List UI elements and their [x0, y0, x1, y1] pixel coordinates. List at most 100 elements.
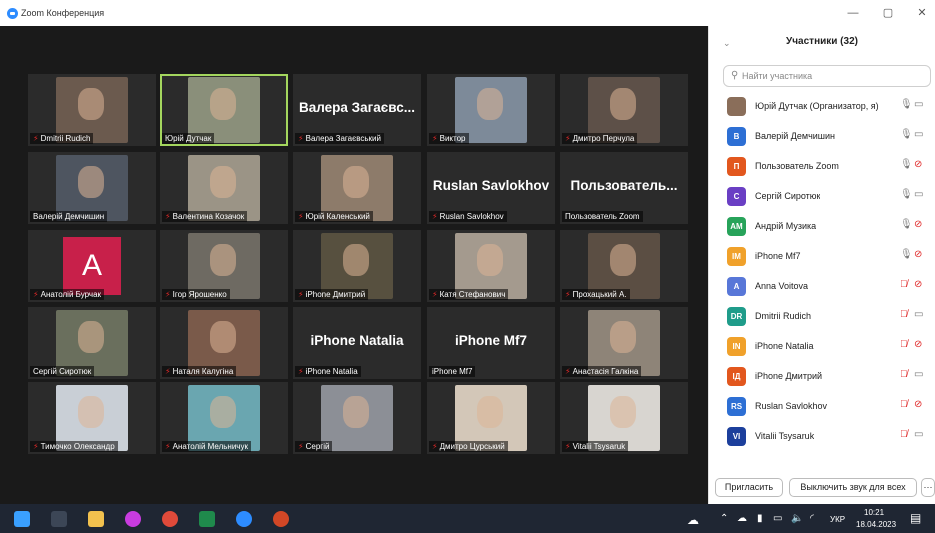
- notifications-icon[interactable]: ▤: [910, 511, 921, 525]
- search-icon[interactable]: [51, 511, 67, 527]
- participant-row[interactable]: П Пользователь Zoom 🎙 ⊘: [709, 152, 935, 182]
- participant-row[interactable]: DR Dmitrii Rudich 🎙̸ ▭: [709, 302, 935, 332]
- camera-off-icon[interactable]: ⊘: [914, 399, 922, 410]
- participant-row[interactable]: VI Vitalii Tsysaruk 🎙̸ ▭: [709, 422, 935, 452]
- video-tile[interactable]: ⚡ Валентина Козачок: [160, 152, 288, 224]
- participant-row[interactable]: A Anna Voitova 🎙̸ ⊘: [709, 272, 935, 302]
- close-button[interactable]: ✕: [912, 5, 932, 21]
- windows-start-icon[interactable]: [14, 511, 30, 527]
- clock-date[interactable]: 18.04.2023: [856, 520, 896, 529]
- camera-icon[interactable]: ▭: [914, 129, 923, 140]
- minimize-button[interactable]: —: [843, 5, 863, 21]
- person-silhouette: [210, 321, 236, 353]
- participant-row[interactable]: С Сергій Сиротюк 🎙 ▭: [709, 182, 935, 212]
- camera-off-icon[interactable]: ⊘: [914, 159, 922, 170]
- camera-icon[interactable]: ▭: [914, 99, 923, 110]
- tile-display-name: iPhone Natalia: [310, 333, 404, 348]
- video-tile[interactable]: iPhone Mf7 iPhone Mf7: [427, 307, 555, 379]
- video-tile[interactable]: A ⚡ Анатолій Бурчак: [28, 230, 156, 302]
- video-tile[interactable]: ⚡ Виктор: [427, 74, 555, 146]
- mic-muted-icon[interactable]: 🎙̸: [900, 309, 908, 320]
- chrome-icon[interactable]: [162, 511, 178, 527]
- video-tile[interactable]: ⚡ Наталя Калугіна: [160, 307, 288, 379]
- more-options-button[interactable]: ···: [921, 478, 935, 497]
- video-tile[interactable]: ⚡ Анатолій Мельничук: [160, 382, 288, 454]
- participant-row[interactable]: В Валерій Демчишин 🎙 ▭: [709, 122, 935, 152]
- video-tile[interactable]: Юрій Дутчак: [160, 74, 288, 146]
- video-tile[interactable]: Ruslan Savlokhov ⚡ Ruslan Savlokhov: [427, 152, 555, 224]
- tile-name-label: ⚡ Катя Стефанович: [429, 289, 509, 300]
- video-tile[interactable]: ⚡ Дмитро Цурський: [427, 382, 555, 454]
- camera-off-icon[interactable]: ⊘: [914, 279, 922, 290]
- camera-off-icon[interactable]: ⊘: [914, 339, 922, 350]
- video-tile[interactable]: Пользователь... Пользователь Zoom: [560, 152, 688, 224]
- mute-all-button[interactable]: Выключить звук для всех: [789, 478, 917, 497]
- video-tile[interactable]: ⚡ Тимочко Олександр: [28, 382, 156, 454]
- cloud-tray-icon[interactable]: ☁: [737, 513, 747, 524]
- wifi-icon[interactable]: ◜: [810, 513, 814, 524]
- participant-name: Ruslan Savlokhov: [755, 401, 828, 411]
- mic-muted-icon[interactable]: 🎙̸: [900, 279, 908, 290]
- mic-icon[interactable]: 🎙: [900, 99, 913, 110]
- participant-name: iPhone Natalia: [755, 341, 814, 351]
- video-tile[interactable]: Валерій Демчишин: [28, 152, 156, 224]
- mic-icon[interactable]: 🎙: [900, 219, 913, 230]
- mic-icon[interactable]: 🎙: [900, 189, 913, 200]
- tray-expand-icon[interactable]: ⌃: [720, 513, 728, 524]
- participant-row[interactable]: IД iPhone Дмитрий 🎙̸ ▭: [709, 362, 935, 392]
- camera-icon[interactable]: ▭: [914, 309, 923, 320]
- mic-icon[interactable]: 🎙: [900, 129, 913, 140]
- battery-icon[interactable]: ▭: [773, 513, 782, 524]
- video-tile[interactable]: ⚡ Прохацький А.: [560, 230, 688, 302]
- maximize-button[interactable]: ▢: [878, 5, 898, 21]
- volume-icon[interactable]: 🔈: [791, 513, 803, 524]
- messenger-icon[interactable]: [125, 511, 141, 527]
- video-tile[interactable]: ⚡ Vitalii Tsysaruk: [560, 382, 688, 454]
- video-tile[interactable]: Валера Загаєвс... ⚡ Валера Загаєвський: [293, 74, 421, 146]
- tile-name-label: ⚡ Юрій Каленський: [295, 211, 373, 222]
- powerpoint-icon[interactable]: [273, 511, 289, 527]
- video-tile[interactable]: ⚡ Dmitrii Rudich: [28, 74, 156, 146]
- participant-row[interactable]: IM iPhone Mf7 🎙 ⊘: [709, 242, 935, 272]
- participant-row[interactable]: IN iPhone Natalia 🎙̸ ⊘: [709, 332, 935, 362]
- video-tile[interactable]: ⚡ Анастасія Галкіна: [560, 307, 688, 379]
- camera-icon[interactable]: ▭: [914, 369, 923, 380]
- zoom-icon[interactable]: [236, 511, 252, 527]
- clock-time[interactable]: 10:21: [864, 508, 884, 517]
- participant-row[interactable]: АМ Андрій Музика 🎙 ⊘: [709, 212, 935, 242]
- camera-off-icon[interactable]: ⊘: [914, 219, 922, 230]
- mic-icon[interactable]: 🎙: [900, 249, 913, 260]
- camera-off-icon[interactable]: ⊘: [914, 249, 922, 260]
- mic-muted-icon[interactable]: 🎙̸: [900, 399, 908, 410]
- video-tile[interactable]: Сергій Сиротюк: [28, 307, 156, 379]
- mic-muted-icon[interactable]: 🎙̸: [900, 369, 908, 380]
- tile-name-label: Юрій Дутчак: [162, 133, 215, 144]
- video-tile[interactable]: ⚡ iPhone Дмитрий: [293, 230, 421, 302]
- camera-icon[interactable]: ▭: [914, 429, 923, 440]
- mic-icon[interactable]: 🎙: [900, 159, 913, 170]
- participant-name: Vitalii Tsysaruk: [755, 431, 815, 441]
- excel-icon[interactable]: [199, 511, 215, 527]
- tile-name-label: ⚡ Наталя Калугіна: [162, 366, 237, 377]
- mic-muted-icon[interactable]: 🎙̸: [900, 339, 908, 350]
- video-tile[interactable]: ⚡ Катя Стефанович: [427, 230, 555, 302]
- tile-label-text: Пользователь Zoom: [565, 212, 640, 221]
- camera-icon[interactable]: ▭: [914, 189, 923, 200]
- participant-row[interactable]: Юрій Дутчак (Организатор, я) 🎙 ▭: [709, 92, 935, 122]
- person-silhouette: [210, 396, 236, 428]
- video-tile[interactable]: ⚡ Дмитро Перчула: [560, 74, 688, 146]
- video-tile[interactable]: ⚡ Юрій Каленський: [293, 152, 421, 224]
- participant-search-input[interactable]: ⚲ Найти участника: [723, 65, 931, 87]
- video-tile[interactable]: ⚡ Ігор Ярошенко: [160, 230, 288, 302]
- language-indicator[interactable]: УКР: [830, 515, 845, 524]
- tile-label-text: Тимочко Олександр: [40, 442, 115, 451]
- usb-icon[interactable]: ▮: [757, 513, 763, 524]
- muted-mic-icon: ⚡: [432, 134, 438, 143]
- participant-row[interactable]: RS Ruslan Savlokhov 🎙̸ ⊘: [709, 392, 935, 422]
- mic-muted-icon[interactable]: 🎙̸: [900, 429, 908, 440]
- video-tile[interactable]: ⚡ Сергій: [293, 382, 421, 454]
- invite-button[interactable]: Пригласить: [715, 478, 783, 497]
- video-tile[interactable]: iPhone Natalia ⚡ iPhone Natalia: [293, 307, 421, 379]
- file-explorer-icon[interactable]: [88, 511, 104, 527]
- onedrive-icon[interactable]: ☁: [687, 513, 699, 527]
